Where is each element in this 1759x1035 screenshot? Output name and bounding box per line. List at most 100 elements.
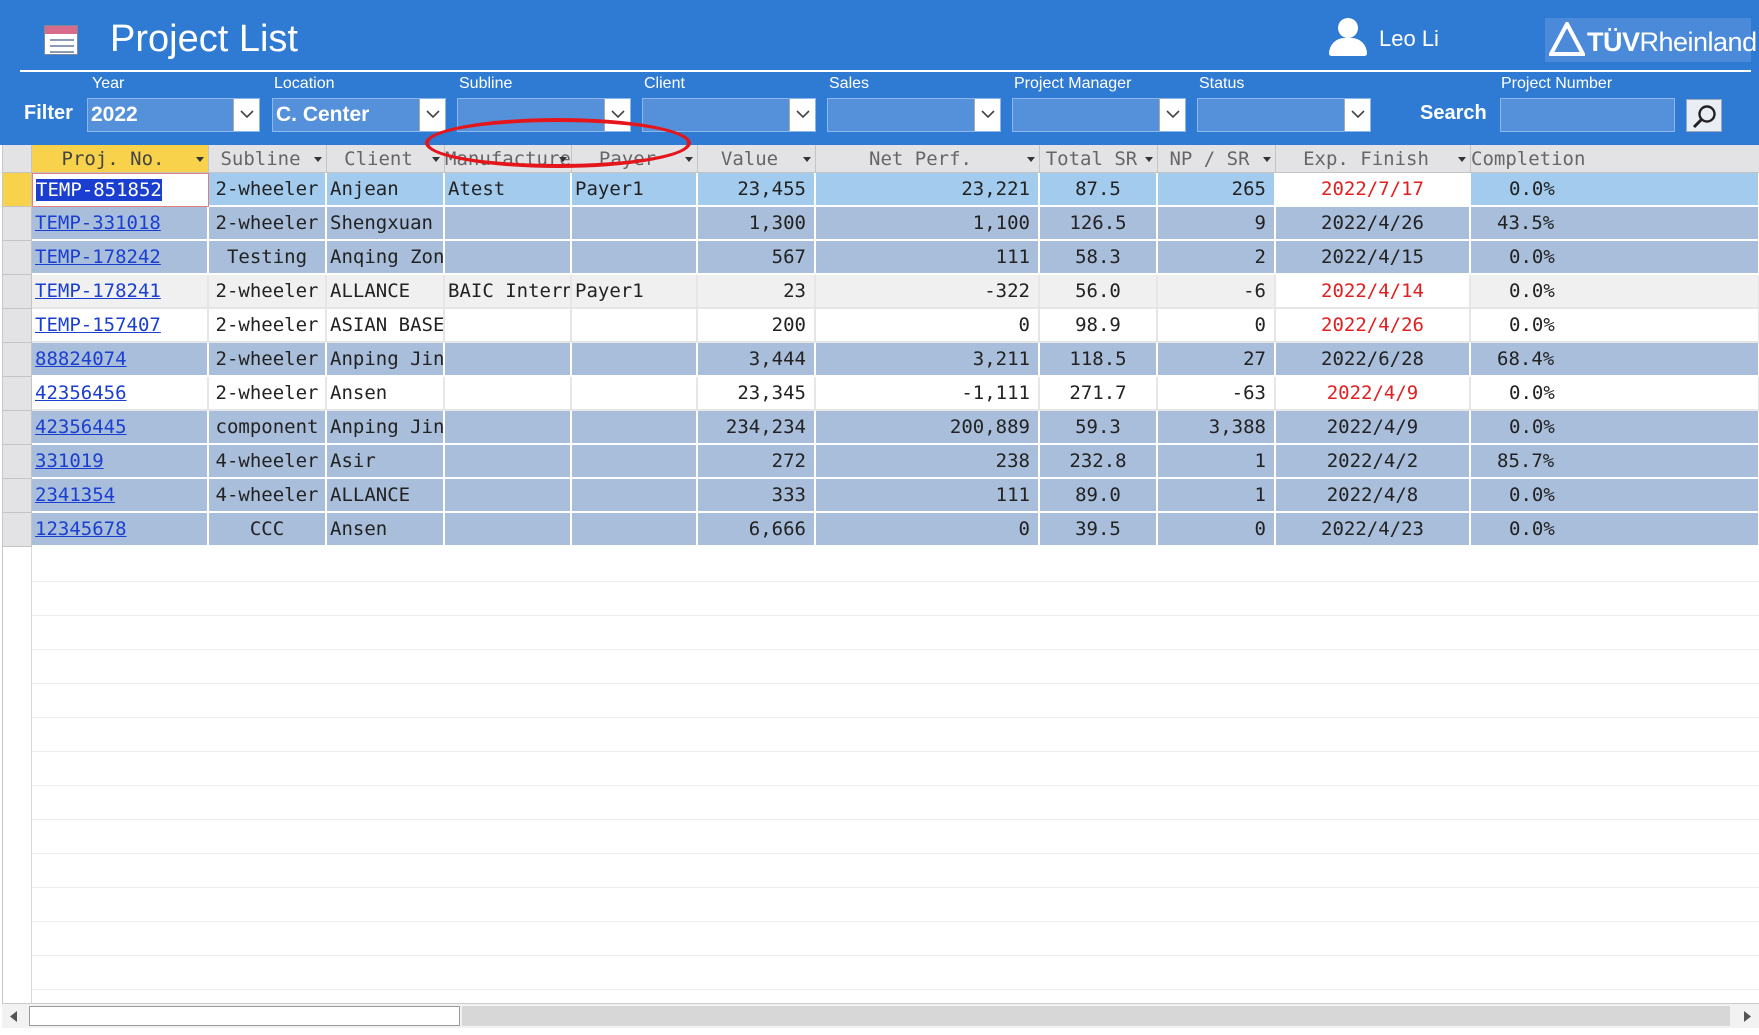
proj-no-link[interactable]: 42356456 — [32, 377, 209, 411]
payer-cell[interactable] — [572, 207, 698, 241]
exp-finish-cell[interactable]: 2022/7/17 — [1276, 173, 1471, 207]
client-cell[interactable]: Shengxuan — [327, 207, 445, 241]
chevron-down-icon[interactable] — [233, 99, 259, 131]
scroll-left-arrow-icon[interactable] — [4, 1007, 24, 1026]
proj-no-link[interactable]: TEMP-331018 — [32, 207, 209, 241]
subline-cell[interactable]: 4-wheeler — [209, 445, 327, 479]
completion-cell[interactable]: 0.0% — [1471, 173, 1759, 207]
completion-cell[interactable]: 0.0% — [1471, 513, 1759, 547]
client-cell[interactable]: ALLANCE — [327, 479, 445, 513]
payer-cell[interactable]: Payer1 — [572, 275, 698, 309]
total-sr-cell[interactable]: 56.0 — [1040, 275, 1158, 309]
completion-cell[interactable]: 0.0% — [1471, 309, 1759, 343]
payer-cell[interactable] — [572, 513, 698, 547]
net-perf-cell[interactable]: -322 — [816, 275, 1040, 309]
subline-cell[interactable]: Testing — [209, 241, 327, 275]
np-sr-cell[interactable]: 1 — [1158, 479, 1276, 513]
col-header-net-perf[interactable]: Net Perf. — [816, 145, 1040, 173]
record-selector[interactable] — [3, 513, 32, 547]
np-sr-cell[interactable]: 1 — [1158, 445, 1276, 479]
record-selector[interactable] — [3, 479, 32, 513]
manufacturer-cell[interactable] — [445, 207, 572, 241]
np-sr-cell[interactable]: 2 — [1158, 241, 1276, 275]
manufacturer-cell[interactable] — [445, 513, 572, 547]
value-cell[interactable]: 23,345 — [698, 377, 816, 411]
value-cell[interactable]: 3,444 — [698, 343, 816, 377]
client-cell[interactable]: ASIAN BASE — [327, 309, 445, 343]
completion-cell[interactable]: 0.0% — [1471, 241, 1759, 275]
exp-finish-cell[interactable]: 2022/4/9 — [1276, 411, 1471, 445]
proj-no-link[interactable]: 88824074 — [32, 343, 209, 377]
record-selector[interactable] — [3, 241, 32, 275]
chevron-down-icon[interactable] — [789, 99, 815, 131]
col-header-np-sr[interactable]: NP / SR — [1158, 145, 1276, 173]
record-selector[interactable] — [3, 343, 32, 377]
table-row[interactable]: TEMP-178241 2-wheeler ALLANCE BAIC Inter… — [3, 275, 1759, 309]
col-header-exp-finish[interactable]: Exp. Finish — [1276, 145, 1471, 173]
value-cell[interactable]: 272 — [698, 445, 816, 479]
subline-cell[interactable]: 2-wheeler — [209, 275, 327, 309]
table-row[interactable]: TEMP-178242 Testing Anqing Zongy 567 111… — [3, 241, 1759, 275]
client-cell[interactable]: Ansen — [327, 513, 445, 547]
payer-cell[interactable] — [572, 309, 698, 343]
net-perf-cell[interactable]: -1,111 — [816, 377, 1040, 411]
exp-finish-cell[interactable]: 2022/4/15 — [1276, 241, 1471, 275]
total-sr-cell[interactable]: 89.0 — [1040, 479, 1158, 513]
np-sr-cell[interactable]: 265 — [1158, 173, 1276, 207]
scrollbar-thumb[interactable] — [29, 1006, 460, 1026]
total-sr-cell[interactable]: 118.5 — [1040, 343, 1158, 377]
completion-cell[interactable]: 0.0% — [1471, 275, 1759, 309]
total-sr-cell[interactable]: 232.8 — [1040, 445, 1158, 479]
col-header-total-sr[interactable]: Total SR — [1040, 145, 1158, 173]
manufacturer-cell[interactable] — [445, 479, 572, 513]
scroll-right-arrow-icon[interactable] — [1737, 1007, 1757, 1026]
table-row[interactable]: 331019 4-wheeler Asir 272 238 232.8 1 20… — [3, 445, 1759, 479]
exp-finish-cell[interactable]: 2022/4/9 — [1276, 377, 1471, 411]
total-sr-cell[interactable]: 271.7 — [1040, 377, 1158, 411]
total-sr-cell[interactable]: 98.9 — [1040, 309, 1158, 343]
subline-cell[interactable]: 2-wheeler — [209, 309, 327, 343]
exp-finish-cell[interactable]: 2022/6/28 — [1276, 343, 1471, 377]
scrollbar-track[interactable] — [462, 1006, 1730, 1026]
table-row[interactable]: TEMP-157407 2-wheeler ASIAN BASE 200 0 9… — [3, 309, 1759, 343]
net-perf-cell[interactable]: 23,221 — [816, 173, 1040, 207]
net-perf-cell[interactable]: 238 — [816, 445, 1040, 479]
total-sr-cell[interactable]: 59.3 — [1040, 411, 1158, 445]
completion-cell[interactable]: 0.0% — [1471, 479, 1759, 513]
completion-cell[interactable]: 0.0% — [1471, 377, 1759, 411]
value-cell[interactable]: 234,234 — [698, 411, 816, 445]
exp-finish-cell[interactable]: 2022/4/26 — [1276, 207, 1471, 241]
proj-no-link[interactable]: 331019 — [32, 445, 209, 479]
net-perf-cell[interactable]: 0 — [816, 309, 1040, 343]
np-sr-cell[interactable]: 0 — [1158, 309, 1276, 343]
proj-no-link[interactable]: 12345678 — [32, 513, 209, 547]
col-header-completion[interactable]: Completion — [1471, 145, 1759, 173]
total-sr-cell[interactable]: 39.5 — [1040, 513, 1158, 547]
record-selector[interactable] — [3, 309, 32, 343]
exp-finish-cell[interactable]: 2022/4/2 — [1276, 445, 1471, 479]
table-row[interactable]: 88824074 2-wheeler Anping Jinlc 3,444 3,… — [3, 343, 1759, 377]
net-perf-cell[interactable]: 0 — [816, 513, 1040, 547]
table-row[interactable]: TEMP-331018 2-wheeler Shengxuan 1,300 1,… — [3, 207, 1759, 241]
year-dropdown[interactable]: 2022 — [87, 98, 260, 132]
proj-no-link[interactable]: TEMP-178242 — [32, 241, 209, 275]
manufacturer-cell[interactable] — [445, 309, 572, 343]
record-selector[interactable] — [3, 445, 32, 479]
total-sr-cell[interactable]: 126.5 — [1040, 207, 1158, 241]
manufacturer-cell[interactable] — [445, 343, 572, 377]
np-sr-cell[interactable]: -6 — [1158, 275, 1276, 309]
payer-cell[interactable] — [572, 479, 698, 513]
exp-finish-cell[interactable]: 2022/4/8 — [1276, 479, 1471, 513]
sales-dropdown[interactable] — [827, 98, 1001, 132]
np-sr-cell[interactable]: -63 — [1158, 377, 1276, 411]
client-cell[interactable]: Ansen — [327, 377, 445, 411]
payer-cell[interactable] — [572, 343, 698, 377]
value-cell[interactable]: 200 — [698, 309, 816, 343]
table-row[interactable]: TEMP-851852 2-wheeler Anjean Atest Payer… — [3, 173, 1759, 207]
manufacturer-cell[interactable] — [445, 411, 572, 445]
location-dropdown[interactable]: C. Center — [272, 98, 446, 132]
value-cell[interactable]: 23 — [698, 275, 816, 309]
chevron-down-icon[interactable] — [419, 99, 445, 131]
value-cell[interactable]: 6,666 — [698, 513, 816, 547]
value-cell[interactable]: 23,455 — [698, 173, 816, 207]
